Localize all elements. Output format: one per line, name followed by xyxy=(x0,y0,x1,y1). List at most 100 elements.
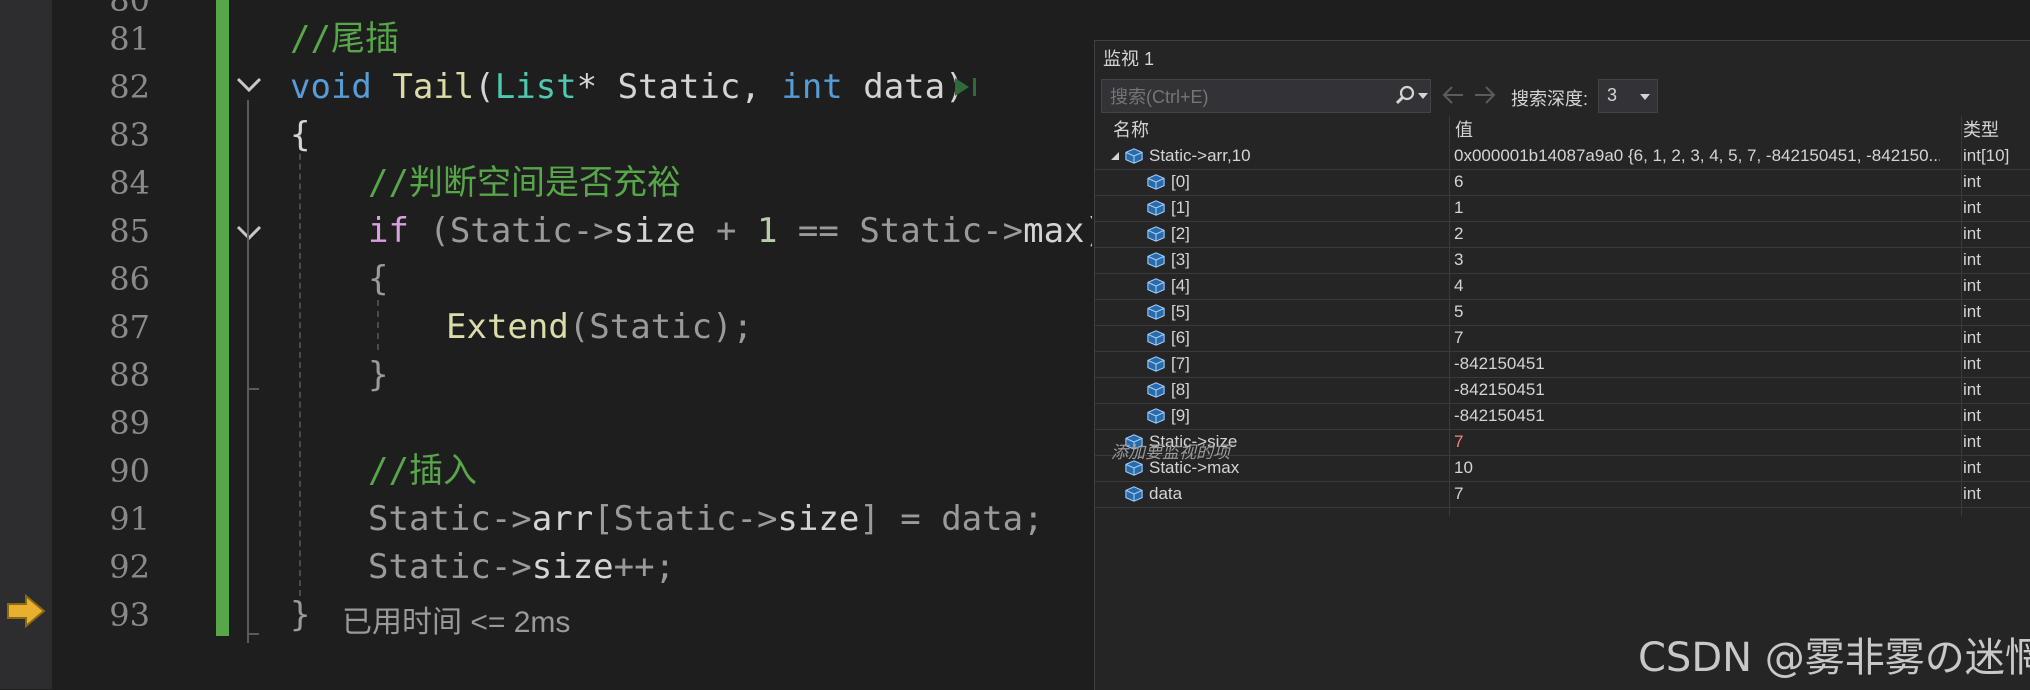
watch-row[interactable]: [2] 2 int xyxy=(1095,221,2030,248)
chevron-down-icon[interactable] xyxy=(1418,93,1428,99)
line-number: 92 xyxy=(109,548,150,586)
arrow-left-icon[interactable] xyxy=(1441,84,1465,106)
watch-row[interactable]: [0] 6 int xyxy=(1095,169,2030,196)
watch-name[interactable]: [4] xyxy=(1171,273,1190,299)
code-text: //尾插 xyxy=(290,19,399,59)
chevron-down-icon xyxy=(1640,94,1650,100)
watch-name[interactable]: [8] xyxy=(1171,377,1190,403)
variable-icon xyxy=(1147,278,1165,294)
column-header-value[interactable]: 值 xyxy=(1455,116,1473,144)
watch-name[interactable]: [3] xyxy=(1171,247,1190,273)
watch-name[interactable]: [2] xyxy=(1171,221,1190,247)
search-box[interactable] xyxy=(1101,79,1431,114)
watch-value[interactable]: 7 xyxy=(1454,325,1940,351)
variable-icon xyxy=(1147,330,1165,346)
search-depth-select[interactable]: 3 xyxy=(1598,79,1658,113)
watch-row[interactable]: Static->arr,10 0x000001b14087a9a0 {6, 1, … xyxy=(1095,143,2030,170)
watch-type: int[10] xyxy=(1963,146,2010,165)
variable-icon xyxy=(1125,148,1143,164)
watch-row[interactable]: [4] 4 int xyxy=(1095,273,2030,300)
expand-triangle-icon[interactable] xyxy=(1110,151,1120,161)
line-number: 83 xyxy=(109,116,150,154)
watch-row[interactable]: [3] 3 int xyxy=(1095,247,2030,274)
add-watch-placeholder[interactable]: 添加要监视的项 xyxy=(1111,440,1230,466)
search-input[interactable] xyxy=(1102,80,1382,114)
search-depth-label: 搜索深度: xyxy=(1511,89,1589,109)
watch-type: int xyxy=(1963,172,1981,191)
line-number: 90 xyxy=(109,452,150,490)
watch-row[interactable]: [9] -842150451 int xyxy=(1095,403,2030,430)
variable-icon xyxy=(1125,486,1143,502)
watch-value[interactable]: 3 xyxy=(1454,247,1940,273)
perf-tip[interactable]: 已用时间 <= 2ms xyxy=(342,597,570,641)
code-text: //判断空间是否充裕 xyxy=(368,163,681,203)
code-line: 81 //尾插 xyxy=(52,15,1092,63)
watch-name[interactable]: Static->arr,10 xyxy=(1149,143,1251,169)
watch-value[interactable]: -842150451 xyxy=(1454,377,1940,403)
code-editor[interactable]: 80 81 //尾插 82 void Tail(List* Static, in… xyxy=(52,0,1092,689)
line-number: 91 xyxy=(109,500,150,538)
watch-row[interactable]: [8] -842150451 int xyxy=(1095,377,2030,404)
column-header-name[interactable]: 名称 xyxy=(1113,116,1149,144)
code-line: 92 Static->size++; xyxy=(52,543,1092,591)
code-line: 88 } xyxy=(52,351,1092,399)
code-line: 82 void Tail(List* Static, int data) xyxy=(52,63,1092,111)
watch-value[interactable]: 5 xyxy=(1454,299,1940,325)
watch-value[interactable]: 2 xyxy=(1454,221,1940,247)
arrow-right-icon[interactable] xyxy=(1473,84,1497,106)
watch-row[interactable]: [5] 5 int xyxy=(1095,299,2030,326)
watch-value[interactable]: 7 xyxy=(1454,481,1940,507)
code-line: 90 //插入 xyxy=(52,447,1092,495)
watch-type: int xyxy=(1963,354,1981,373)
search-icon[interactable] xyxy=(1394,85,1416,107)
watch-row[interactable]: data 7 int xyxy=(1095,481,2030,508)
watch-type: int xyxy=(1963,276,1981,295)
watch-value[interactable]: 6 xyxy=(1454,169,1940,195)
code-text: //插入 xyxy=(368,451,477,491)
watermark: CSDN @雾非雾の迷惘 xyxy=(1638,635,2030,681)
variable-icon xyxy=(1147,408,1165,424)
column-header-type[interactable]: 类型 xyxy=(1963,116,1999,144)
watch-value[interactable]: -842150451 xyxy=(1454,351,1940,377)
code-line: 86 { xyxy=(52,255,1092,303)
watch-row[interactable]: [6] 7 int xyxy=(1095,325,2030,352)
watch-name[interactable]: [6] xyxy=(1171,325,1190,351)
variable-icon xyxy=(1147,356,1165,372)
watch-name[interactable]: data xyxy=(1149,481,1182,507)
watch-type: int xyxy=(1963,380,1981,399)
code-line: 91 Static->arr[Static->size] = data; xyxy=(52,495,1092,543)
code-text: void Tail(List* Static, int data) xyxy=(290,67,966,107)
watch-type: int xyxy=(1963,302,1981,321)
watch-row[interactable]: [7] -842150451 int xyxy=(1095,351,2030,378)
code-line: 83 { xyxy=(52,111,1092,159)
code-text: } xyxy=(368,355,389,395)
watch-window-title: 监视 1 xyxy=(1103,49,1155,69)
watch-value[interactable]: 0x000001b14087a9a0 {6, 1, 2, 3, 4, 5, 7,… xyxy=(1454,143,1940,169)
line-number: 82 xyxy=(109,68,150,106)
run-to-click-icon[interactable] xyxy=(952,75,980,99)
code-text: if (Static->size + 1 == Static->max) xyxy=(368,211,1092,251)
code-text: Static->arr[Static->size] = data; xyxy=(368,499,1044,539)
watch-value[interactable]: 4 xyxy=(1454,273,1940,299)
watch-name[interactable]: [1] xyxy=(1171,195,1190,221)
line-number: 84 xyxy=(109,164,150,202)
watch-type: int xyxy=(1963,198,1981,217)
add-watch-row[interactable]: 添加要监视的项 xyxy=(1095,440,2030,466)
line-number: 87 xyxy=(109,308,150,346)
watch-name[interactable]: [0] xyxy=(1171,169,1190,195)
line-number: 81 xyxy=(109,20,150,58)
watch-name[interactable]: [5] xyxy=(1171,299,1190,325)
search-depth-value: 3 xyxy=(1607,85,1618,105)
code-text: { xyxy=(290,115,311,155)
code-line: 87 Extend(Static); xyxy=(52,303,1092,351)
watch-row[interactable]: [1] 1 int xyxy=(1095,195,2030,222)
watch-name[interactable]: [9] xyxy=(1171,403,1190,429)
watch-value[interactable]: 1 xyxy=(1454,195,1940,221)
watch-name[interactable]: [7] xyxy=(1171,351,1190,377)
watch-value[interactable]: -842150451 xyxy=(1454,403,1940,429)
breakpoint-margin[interactable] xyxy=(0,0,52,689)
code-text: { xyxy=(368,259,389,299)
code-text: Static->size++; xyxy=(368,547,676,587)
line-number: 93 xyxy=(109,596,150,634)
code-text: Extend(Static); xyxy=(446,307,754,347)
